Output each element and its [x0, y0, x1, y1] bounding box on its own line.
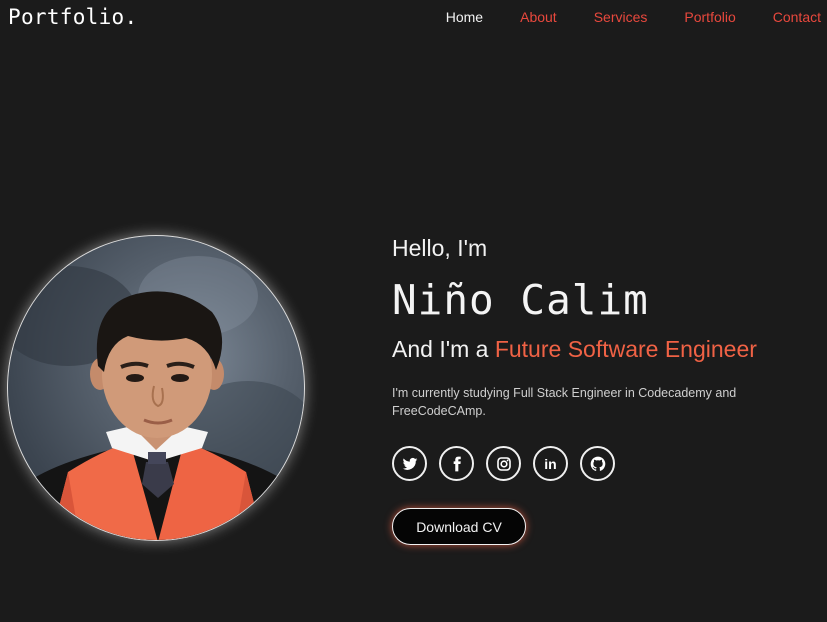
- linkedin-icon: in: [544, 455, 557, 472]
- github-link[interactable]: [580, 446, 615, 481]
- nav-portfolio[interactable]: Portfolio: [684, 9, 735, 25]
- github-icon: [590, 456, 605, 471]
- facebook-icon: [453, 456, 461, 471]
- hero-name: Niño Calim: [392, 276, 649, 324]
- site-logo[interactable]: Portfolio.: [8, 5, 137, 29]
- nav-about[interactable]: About: [520, 9, 557, 25]
- social-links: in: [392, 446, 627, 481]
- nav-home[interactable]: Home: [446, 9, 483, 25]
- profile-photo: [7, 235, 305, 541]
- nav-contact[interactable]: Contact: [773, 9, 821, 25]
- hero-role-highlight: Future Software Engineer: [494, 336, 757, 362]
- hero-role: And I'm a Future Software Engineer: [392, 336, 757, 363]
- instagram-icon: [496, 456, 511, 471]
- hero-role-prefix: And I'm a: [392, 336, 495, 362]
- page: Portfolio. Home About Services Portfolio…: [0, 0, 827, 622]
- nav-services[interactable]: Services: [594, 9, 648, 25]
- download-cv-button[interactable]: Download CV: [392, 508, 526, 545]
- hero-greeting: Hello, I'm: [392, 235, 488, 261]
- main-nav: Home About Services Portfolio Contact: [409, 9, 821, 25]
- linkedin-link[interactable]: in: [533, 446, 568, 481]
- hero-description: I'm currently studying Full Stack Engine…: [392, 386, 737, 418]
- twitter-icon: [402, 457, 417, 470]
- twitter-link[interactable]: [392, 446, 427, 481]
- instagram-link[interactable]: [486, 446, 521, 481]
- facebook-link[interactable]: [439, 446, 474, 481]
